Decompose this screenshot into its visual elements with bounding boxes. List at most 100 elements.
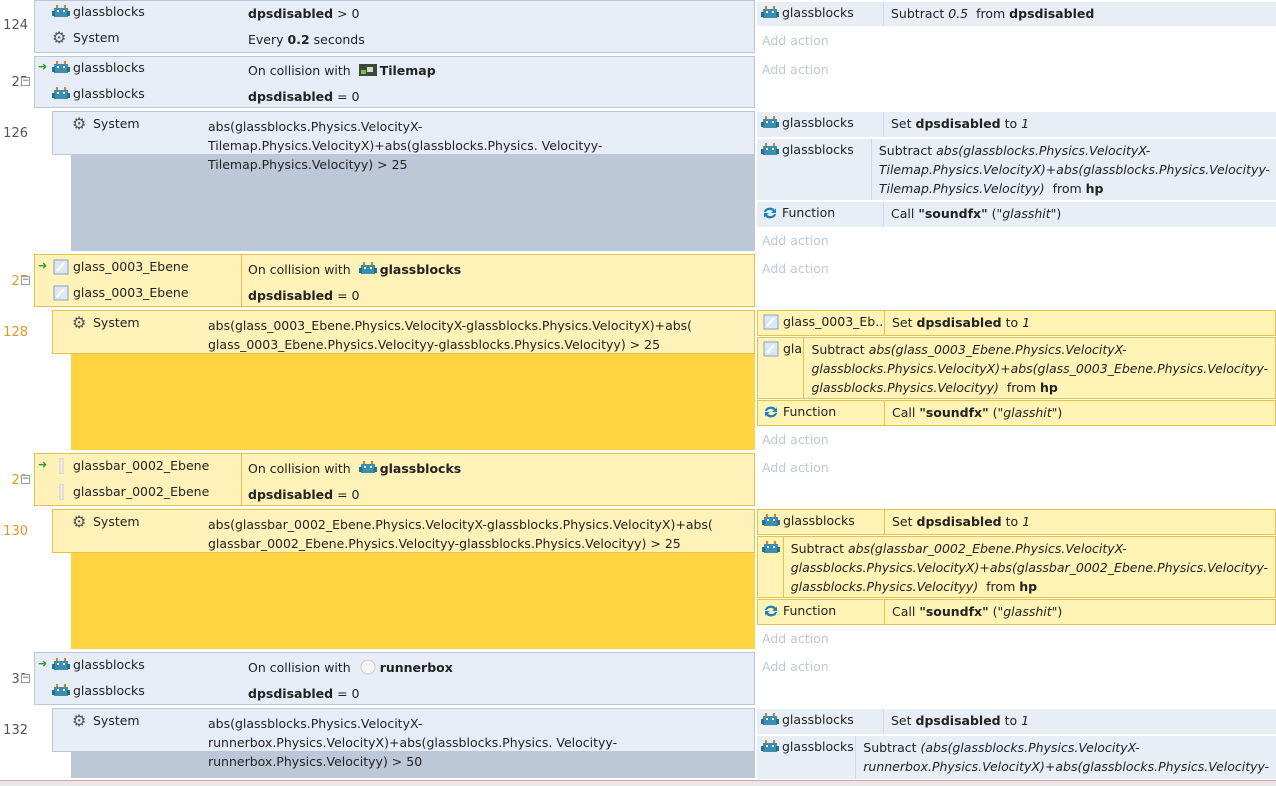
object-name: Function <box>783 603 837 618</box>
condition-text[interactable]: abs(glassblocks.Physics.VelocityX-runner… <box>200 712 750 773</box>
action-row[interactable]: Function Call "soundfx" ("glasshit") <box>757 201 1276 227</box>
verb: On collision with <box>248 660 351 675</box>
condition-text[interactable]: On collision with Tilemap <box>240 59 444 82</box>
trigger-arrow-icon: ➜ <box>38 657 48 670</box>
object-name: glassblocks <box>782 115 854 130</box>
condition-text[interactable]: abs(glass_0003_Ebene.Physics.VelocityX-g… <box>200 314 750 356</box>
variable-name: hp <box>1019 579 1038 594</box>
collapse-toggle[interactable] <box>21 475 30 484</box>
action-row[interactable]: Function Call "soundfx" ("glasshit") <box>757 400 1276 426</box>
collapse-toggle[interactable] <box>21 77 30 86</box>
condition-object[interactable]: glassbar_0002_Ebene <box>52 481 240 505</box>
add-action-button[interactable]: Add action <box>762 659 829 674</box>
object-name: glass_0003_Ebene <box>73 259 189 274</box>
glassblocks-sprite-icon <box>761 116 779 128</box>
condition-object[interactable]: glassblocks <box>52 1 242 25</box>
comparison: = 0 <box>337 288 360 303</box>
condition-text[interactable]: On collision with glassblocks <box>240 457 469 480</box>
variable-name: dpsdisabled <box>916 315 1002 330</box>
verb: Call <box>892 405 916 420</box>
object-name: glassbar_0002_Ebene <box>73 458 210 473</box>
object-name: glass_0003_Ebene <box>73 285 189 300</box>
condition-object[interactable]: glassblocks <box>52 83 242 107</box>
expression: (abs(glassblocks.Physics.VelocityX-runne… <box>863 740 1270 774</box>
condition-text[interactable]: On collision with glassblocks <box>240 258 469 281</box>
verb: On collision with <box>248 63 351 78</box>
condition-text[interactable]: dpsdisabled = 0 <box>240 284 368 307</box>
verb: from <box>976 6 1006 21</box>
condition-text[interactable]: dpsdisabled = 0 <box>240 483 368 506</box>
object-name: glass_0003_Eb... <box>783 341 803 356</box>
verb: to <box>1004 713 1018 728</box>
condition-object[interactable]: ➜ glassbar_0002_Ebene <box>38 455 238 479</box>
function-icon <box>765 406 777 418</box>
condition-object[interactable]: ⚙ System <box>72 312 202 336</box>
condition-object[interactable]: glassblocks <box>52 680 242 704</box>
variable-name: dpsdisabled <box>248 288 334 303</box>
glassblocks-sprite-icon <box>52 684 70 696</box>
condition-object[interactable]: ⚙ System <box>72 511 202 535</box>
object-name: glassblocks <box>73 60 145 75</box>
condition-object[interactable]: ➜ glass_0003_Ebene <box>38 256 238 280</box>
add-action-button[interactable]: Add action <box>762 460 829 475</box>
object-name: Function <box>782 205 836 220</box>
glassblocks-sprite-icon <box>762 541 780 553</box>
condition-text[interactable]: abs(glassblocks.Physics.VelocityX-Tilema… <box>200 115 750 176</box>
gear-icon: ⚙ <box>52 28 67 47</box>
condition-object[interactable]: ➜ glassblocks <box>38 57 238 81</box>
action-row[interactable]: glass_0003_Eb... Set dpsdisabled to 1 <box>757 310 1276 336</box>
line-number: 128 <box>3 325 28 340</box>
gear-icon: ⚙ <box>72 512 87 531</box>
action-row[interactable]: glassblocks Set dpsdisabled to 1 <box>757 509 1276 535</box>
line-number: 130 <box>3 524 28 539</box>
action-row[interactable]: glassblocks Set dpsdisabled to 1 <box>757 708 1276 734</box>
add-action-button[interactable]: Add action <box>762 261 829 276</box>
gear-icon: ⚙ <box>72 313 87 332</box>
horizontal-scrollbar[interactable] <box>0 781 1276 786</box>
value: 1 <box>1022 514 1031 529</box>
variable-name: dpsdisabled <box>1009 6 1095 21</box>
condition-text[interactable]: dpsdisabled = 0 <box>240 682 368 705</box>
condition-text[interactable]: dpsdisabled > 0 <box>240 2 368 25</box>
action-row[interactable]: glassblocks Subtract abs(glassbar_0002_E… <box>757 536 1276 598</box>
condition-object[interactable]: ➜ glassblocks <box>38 654 238 678</box>
condition-object[interactable]: ⚙ System <box>72 710 202 734</box>
add-action-button[interactable]: Add action <box>762 62 829 77</box>
line-number: 126 <box>3 126 28 141</box>
object-name: glassblocks <box>782 5 854 20</box>
verb: Set <box>892 514 913 529</box>
collapse-toggle[interactable] <box>21 276 30 285</box>
function-icon <box>764 207 776 219</box>
variable-name: dpsdisabled <box>248 89 334 104</box>
collapse-toggle[interactable] <box>21 674 30 683</box>
variable-name: hp <box>1085 181 1104 196</box>
condition-object[interactable]: glass_0003_Ebene <box>52 282 240 306</box>
glassblocks-sprite-icon <box>358 461 377 473</box>
variable-name: dpsdisabled <box>248 6 334 21</box>
condition-object[interactable]: ⚙ System <box>52 27 242 51</box>
action-row[interactable]: glassblocks Subtract 0.5 from dpsdisable… <box>757 1 1276 26</box>
glass-sprite-icon <box>53 259 69 275</box>
add-action-button[interactable]: Add action <box>762 33 829 48</box>
condition-object[interactable]: ⚙ System <box>72 113 202 137</box>
glassblocks-sprite-icon <box>762 514 780 526</box>
action-row[interactable]: glass_0003_Eb... Subtract abs(glass_0003… <box>757 337 1276 399</box>
condition-text[interactable]: On collision with runnerbox <box>240 656 461 679</box>
add-action-button[interactable]: Add action <box>762 631 829 646</box>
condition-text[interactable]: dpsdisabled = 0 <box>240 85 368 108</box>
condition-text[interactable]: Every 0.2 seconds <box>240 28 373 51</box>
object-name: glassblocks <box>783 513 855 528</box>
action-row[interactable]: Function Call "soundfx" ("glasshit") <box>757 599 1276 625</box>
variable-name: dpsdisabled <box>248 686 334 701</box>
object-name: Tilemap <box>379 63 436 78</box>
parameter: "glasshit" <box>997 604 1058 619</box>
seconds-label: seconds <box>313 32 365 47</box>
add-action-button[interactable]: Add action <box>762 432 829 447</box>
condition-text[interactable]: abs(glassbar_0002_Ebene.Physics.Velocity… <box>200 513 750 555</box>
action-row[interactable]: glassblocks Set dpsdisabled to 1 <box>757 111 1276 137</box>
action-row[interactable]: glassblocks Subtract (abs(glassblocks.Ph… <box>757 735 1276 779</box>
action-row[interactable]: glassblocks Subtract abs(glassblocks.Phy… <box>757 138 1276 200</box>
function-name: "soundfx" <box>918 206 988 221</box>
glassbar-sprite-icon <box>59 458 64 474</box>
add-action-button[interactable]: Add action <box>762 233 829 248</box>
